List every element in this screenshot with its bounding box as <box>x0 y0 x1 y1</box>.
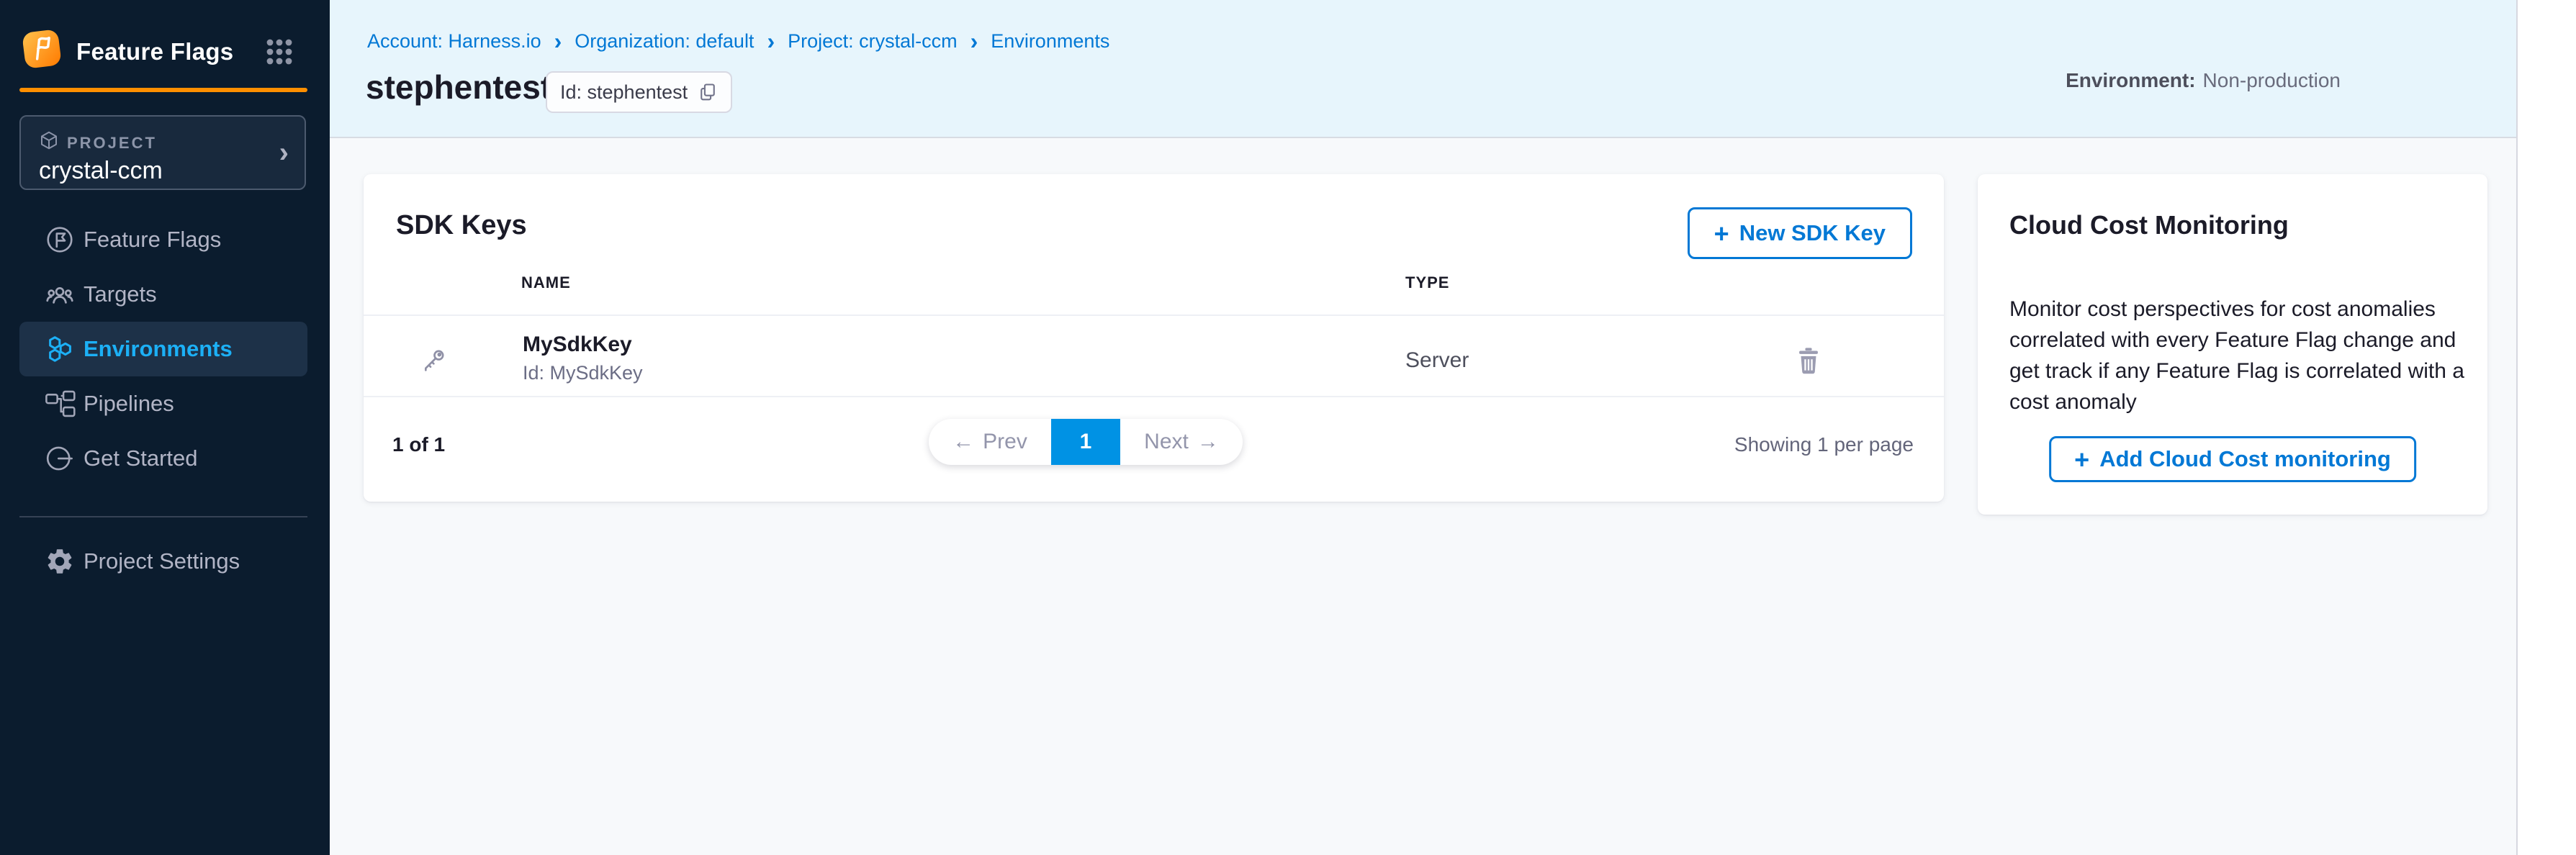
sidebar: Feature Flags PROJECT crystal-ccm › <box>0 0 330 855</box>
environment-type-label: Environment: <box>2066 69 2195 91</box>
project-selector[interactable]: PROJECT crystal-ccm › <box>19 115 306 190</box>
sidebar-item-label: Environments <box>84 336 233 362</box>
prev-label: Prev <box>983 430 1027 454</box>
sidebar-nav: Feature Flags Targets <box>19 212 307 486</box>
chevron-right-icon: › <box>279 138 289 167</box>
main-content: SDK Keys + New SDK Key NAME TYPE MySdkKe… <box>330 138 2516 855</box>
module-grid-icon[interactable] <box>265 37 294 66</box>
sidebar-item-feature-flags[interactable]: Feature Flags <box>19 212 307 267</box>
flag-circle-icon <box>43 223 76 256</box>
sdk-key-id: Id: MySdkKey <box>523 362 643 384</box>
sidebar-item-label: Project Settings <box>84 548 240 574</box>
breadcrumb-environments[interactable]: Environments <box>991 30 1109 53</box>
environment-type-value: Non-production <box>2203 69 2341 91</box>
gear-icon <box>43 545 76 578</box>
right-gutter <box>2516 0 2576 855</box>
sidebar-item-project-settings[interactable]: Project Settings <box>19 534 307 589</box>
feature-flags-logo-icon <box>22 29 62 69</box>
cloud-cost-description: Monitor cost perspectives for cost anoma… <box>2009 294 2470 417</box>
sdk-keys-card: SDK Keys + New SDK Key NAME TYPE MySdkKe… <box>364 174 1944 502</box>
cloud-cost-title: Cloud Cost Monitoring <box>2009 210 2289 240</box>
sidebar-item-pipelines[interactable]: Pipelines <box>19 376 307 431</box>
sdk-key-name: MySdkKey <box>523 332 632 357</box>
pagination-control: ← Prev 1 Next → <box>929 419 1243 465</box>
breadcrumb-organization[interactable]: Organization: default <box>575 30 754 53</box>
chevron-separator-icon: › <box>970 32 978 51</box>
environment-id-badge[interactable]: Id: stephentest <box>546 71 732 113</box>
project-cube-icon <box>38 130 60 151</box>
table-divider <box>364 315 1944 316</box>
pagination-count: 1 of 1 <box>392 433 445 456</box>
sidebar-settings: Project Settings <box>19 534 307 589</box>
breadcrumb-account[interactable]: Account: Harness.io <box>367 30 541 53</box>
get-started-icon <box>43 442 76 475</box>
sdk-key-icon <box>420 345 449 374</box>
chevron-separator-icon: › <box>554 32 562 51</box>
new-sdk-key-button[interactable]: + New SDK Key <box>1688 207 1912 259</box>
next-label: Next <box>1144 430 1189 454</box>
new-sdk-key-label: New SDK Key <box>1739 220 1886 246</box>
pagination-summary: Showing 1 per page <box>1734 433 1914 456</box>
app-window: Feature Flags PROJECT crystal-ccm › <box>0 0 2576 855</box>
page-header: Account: Harness.io › Organization: defa… <box>330 0 2516 138</box>
add-cloud-cost-button[interactable]: + Add Cloud Cost monitoring <box>2049 436 2416 482</box>
sidebar-item-label: Feature Flags <box>84 227 221 253</box>
sidebar-item-environments[interactable]: Environments <box>19 322 307 376</box>
page-1-button[interactable]: 1 <box>1051 419 1120 465</box>
prev-page-button[interactable]: ← Prev <box>929 419 1051 465</box>
hexagons-icon <box>43 332 76 366</box>
pipeline-icon <box>43 387 76 420</box>
sidebar-item-label: Pipelines <box>84 391 174 417</box>
project-name: crystal-ccm <box>39 157 163 185</box>
plus-icon: + <box>2074 448 2089 471</box>
chevron-separator-icon: › <box>767 32 775 51</box>
next-page-button[interactable]: Next → <box>1120 419 1243 465</box>
sidebar-item-targets[interactable]: Targets <box>19 267 307 322</box>
sidebar-divider <box>19 516 307 517</box>
sidebar-item-label: Targets <box>84 281 157 307</box>
breadcrumb: Account: Harness.io › Organization: defa… <box>367 30 1109 53</box>
environment-id-text: Id: stephentest <box>560 81 688 104</box>
page-title: stephentest <box>366 68 551 107</box>
cloud-cost-card: Cloud Cost Monitoring Monitor cost persp… <box>1978 174 2487 515</box>
sidebar-item-label: Get Started <box>84 445 198 471</box>
environment-type: Environment: Non-production <box>2066 69 2341 92</box>
copy-icon[interactable] <box>698 82 718 102</box>
column-header-type: TYPE <box>1405 273 1449 292</box>
table-divider <box>364 396 1944 397</box>
project-label: PROJECT <box>67 134 157 153</box>
breadcrumb-project[interactable]: Project: crystal-ccm <box>788 30 958 53</box>
delete-sdk-key-button[interactable] <box>1793 344 1825 377</box>
plus-icon: + <box>1714 222 1729 245</box>
column-header-name: NAME <box>521 273 571 292</box>
add-cloud-cost-label: Add Cloud Cost monitoring <box>2099 446 2391 472</box>
sdk-key-type: Server <box>1405 348 1469 373</box>
product-title: Feature Flags <box>76 38 233 65</box>
brand-accent-divider <box>19 88 307 92</box>
arrow-right-icon: → <box>1197 430 1219 454</box>
sdk-keys-title: SDK Keys <box>396 210 527 241</box>
people-icon <box>43 278 76 311</box>
sidebar-item-get-started[interactable]: Get Started <box>19 431 307 486</box>
arrow-left-icon: ← <box>953 430 974 454</box>
